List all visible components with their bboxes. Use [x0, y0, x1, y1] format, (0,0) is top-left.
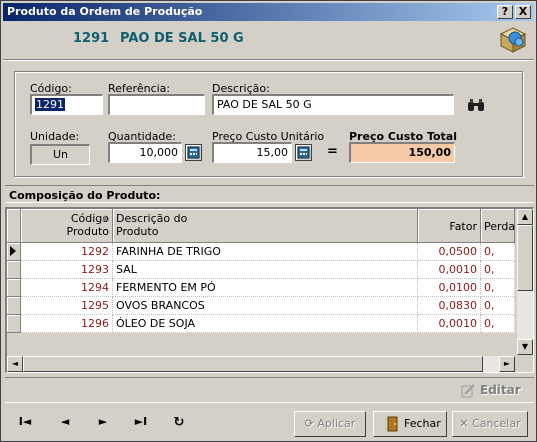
horizontal-scroll-thumb[interactable] [23, 356, 483, 372]
scroll-down-button[interactable]: ▼ [517, 339, 533, 355]
nav-next-button[interactable]: ► [93, 415, 113, 433]
descricao-input[interactable]: PAO DE SAL 50 G [212, 94, 454, 115]
row-indicator-header [7, 209, 21, 243]
cell-fator: 0,0830 [418, 297, 481, 315]
col-header-descricao[interactable]: Descrição do Produto [113, 209, 418, 243]
col-header-descricao-line2: Produto [116, 225, 159, 238]
preco-calculator-button[interactable] [295, 144, 312, 161]
cell-perda: 0, [481, 297, 515, 315]
sort-ascending-icon: ▲ [102, 213, 109, 222]
quantidade-calculator-button[interactable] [185, 144, 202, 161]
edit-bar: Editar [5, 377, 534, 403]
calculator-icon [187, 146, 200, 159]
cell-codigo: 1296 [21, 315, 113, 333]
nav-first-button[interactable]: I◄ [15, 415, 35, 433]
row-indicator [7, 279, 21, 297]
scroll-up-button[interactable]: ▲ [517, 209, 533, 225]
product-details-panel: Código: 1291 Referência: Descrição: PAO … [14, 71, 523, 177]
header-product-code: 1291 [73, 31, 110, 46]
cell-fator: 0,0100 [418, 279, 481, 297]
cell-descricao: OVOS BRANCOS [113, 297, 418, 315]
aplicar-icon: ⟳ [304, 417, 318, 430]
header-product-name: PAO DE SAL 50 G [120, 31, 244, 46]
calculator-icon [297, 146, 310, 159]
nav-prev-button[interactable]: ◄ [55, 415, 75, 433]
binoculars-search-icon[interactable] [467, 98, 485, 112]
equals-sign: = [327, 144, 338, 159]
product-header: 1291 PAO DE SAL 50 G [3, 22, 534, 58]
cancelar-label: Cancelar [472, 417, 521, 430]
cell-codigo: 1292 [21, 243, 113, 261]
cell-descricao: SAL [113, 261, 418, 279]
col-header-fator[interactable]: Fator [418, 209, 481, 243]
cell-descricao: FERMENTO EM PÓ [113, 279, 418, 297]
cell-codigo: 1294 [21, 279, 113, 297]
product-window: Produto da Ordem de Produção ? X 1291 PA… [0, 0, 537, 442]
editar-button[interactable]: Editar [460, 382, 530, 400]
cancel-x-icon: ✕ [459, 417, 473, 430]
col-header-codigo-line1: Código [70, 212, 109, 225]
scroll-left-button[interactable]: ◄ [7, 356, 23, 372]
horizontal-scrollbar[interactable]: ◄ ► [7, 356, 515, 372]
preco-unitario-input[interactable]: 15,00 [212, 142, 292, 163]
quantidade-input[interactable]: 10,000 [108, 142, 182, 163]
cell-fator: 0,0010 [418, 261, 481, 279]
composition-title: Composição do Produto: [5, 185, 534, 203]
vertical-scrollbar[interactable]: ▲ ▼ [517, 209, 533, 355]
cell-perda: 0, [481, 315, 515, 333]
cell-descricao: ÓLEO DE SOJA [113, 315, 418, 333]
cell-perda: 0, [481, 261, 515, 279]
cell-codigo: 1295 [21, 297, 113, 315]
col-header-perda[interactable]: Perda [481, 209, 515, 243]
unidade-field: Un [30, 144, 90, 165]
row-indicator [7, 243, 21, 261]
cell-fator: 0,0010 [418, 315, 481, 333]
cell-descricao: FARINHA DE TRIGO [113, 243, 418, 261]
fechar-label: Fechar [404, 417, 441, 430]
edit-icon [461, 384, 475, 398]
unidade-label: Unidade: [30, 130, 80, 143]
preco-total-field: 150,00 [349, 142, 455, 163]
vertical-scroll-thumb[interactable] [517, 225, 533, 291]
row-indicator [7, 315, 21, 333]
current-row-arrow-icon [10, 246, 16, 256]
row-indicator [7, 261, 21, 279]
cell-perda: 0, [481, 243, 515, 261]
composition-grid: Código Produto ▲ Descrição do Produto Fa… [5, 207, 534, 373]
codigo-input[interactable]: 1291 [30, 94, 103, 115]
nav-refresh-button[interactable]: ↻ [169, 415, 189, 433]
aplicar-button[interactable]: ⟳ Aplicar [294, 411, 366, 437]
title-bar: Produto da Ordem de Produção ? X [3, 3, 534, 21]
col-header-codigo-line2: Produto [66, 225, 109, 238]
door-exit-icon [387, 416, 398, 432]
scroll-right-button[interactable]: ► [499, 356, 515, 372]
cancelar-button[interactable]: ✕ Cancelar [452, 411, 528, 437]
cell-codigo: 1293 [21, 261, 113, 279]
window-title: Produto da Ordem de Produção [7, 5, 203, 18]
aplicar-label: Aplicar [317, 417, 356, 430]
cell-perda: 0, [481, 279, 515, 297]
help-button[interactable]: ? [497, 5, 513, 19]
close-button[interactable]: X [515, 5, 531, 19]
col-header-descricao-line1: Descrição do [116, 212, 188, 225]
cell-fator: 0,0500 [418, 243, 481, 261]
fechar-button[interactable]: Fechar [373, 411, 447, 437]
editar-label: Editar [480, 383, 521, 397]
header-divider [3, 59, 534, 61]
codigo-value: 1291 [35, 98, 65, 111]
nav-last-button[interactable]: ►I [131, 415, 151, 433]
row-indicator [7, 297, 21, 315]
referencia-input[interactable] [108, 94, 205, 115]
col-header-codigo[interactable]: Código Produto ▲ [21, 209, 113, 243]
product-box-icon [499, 27, 527, 53]
